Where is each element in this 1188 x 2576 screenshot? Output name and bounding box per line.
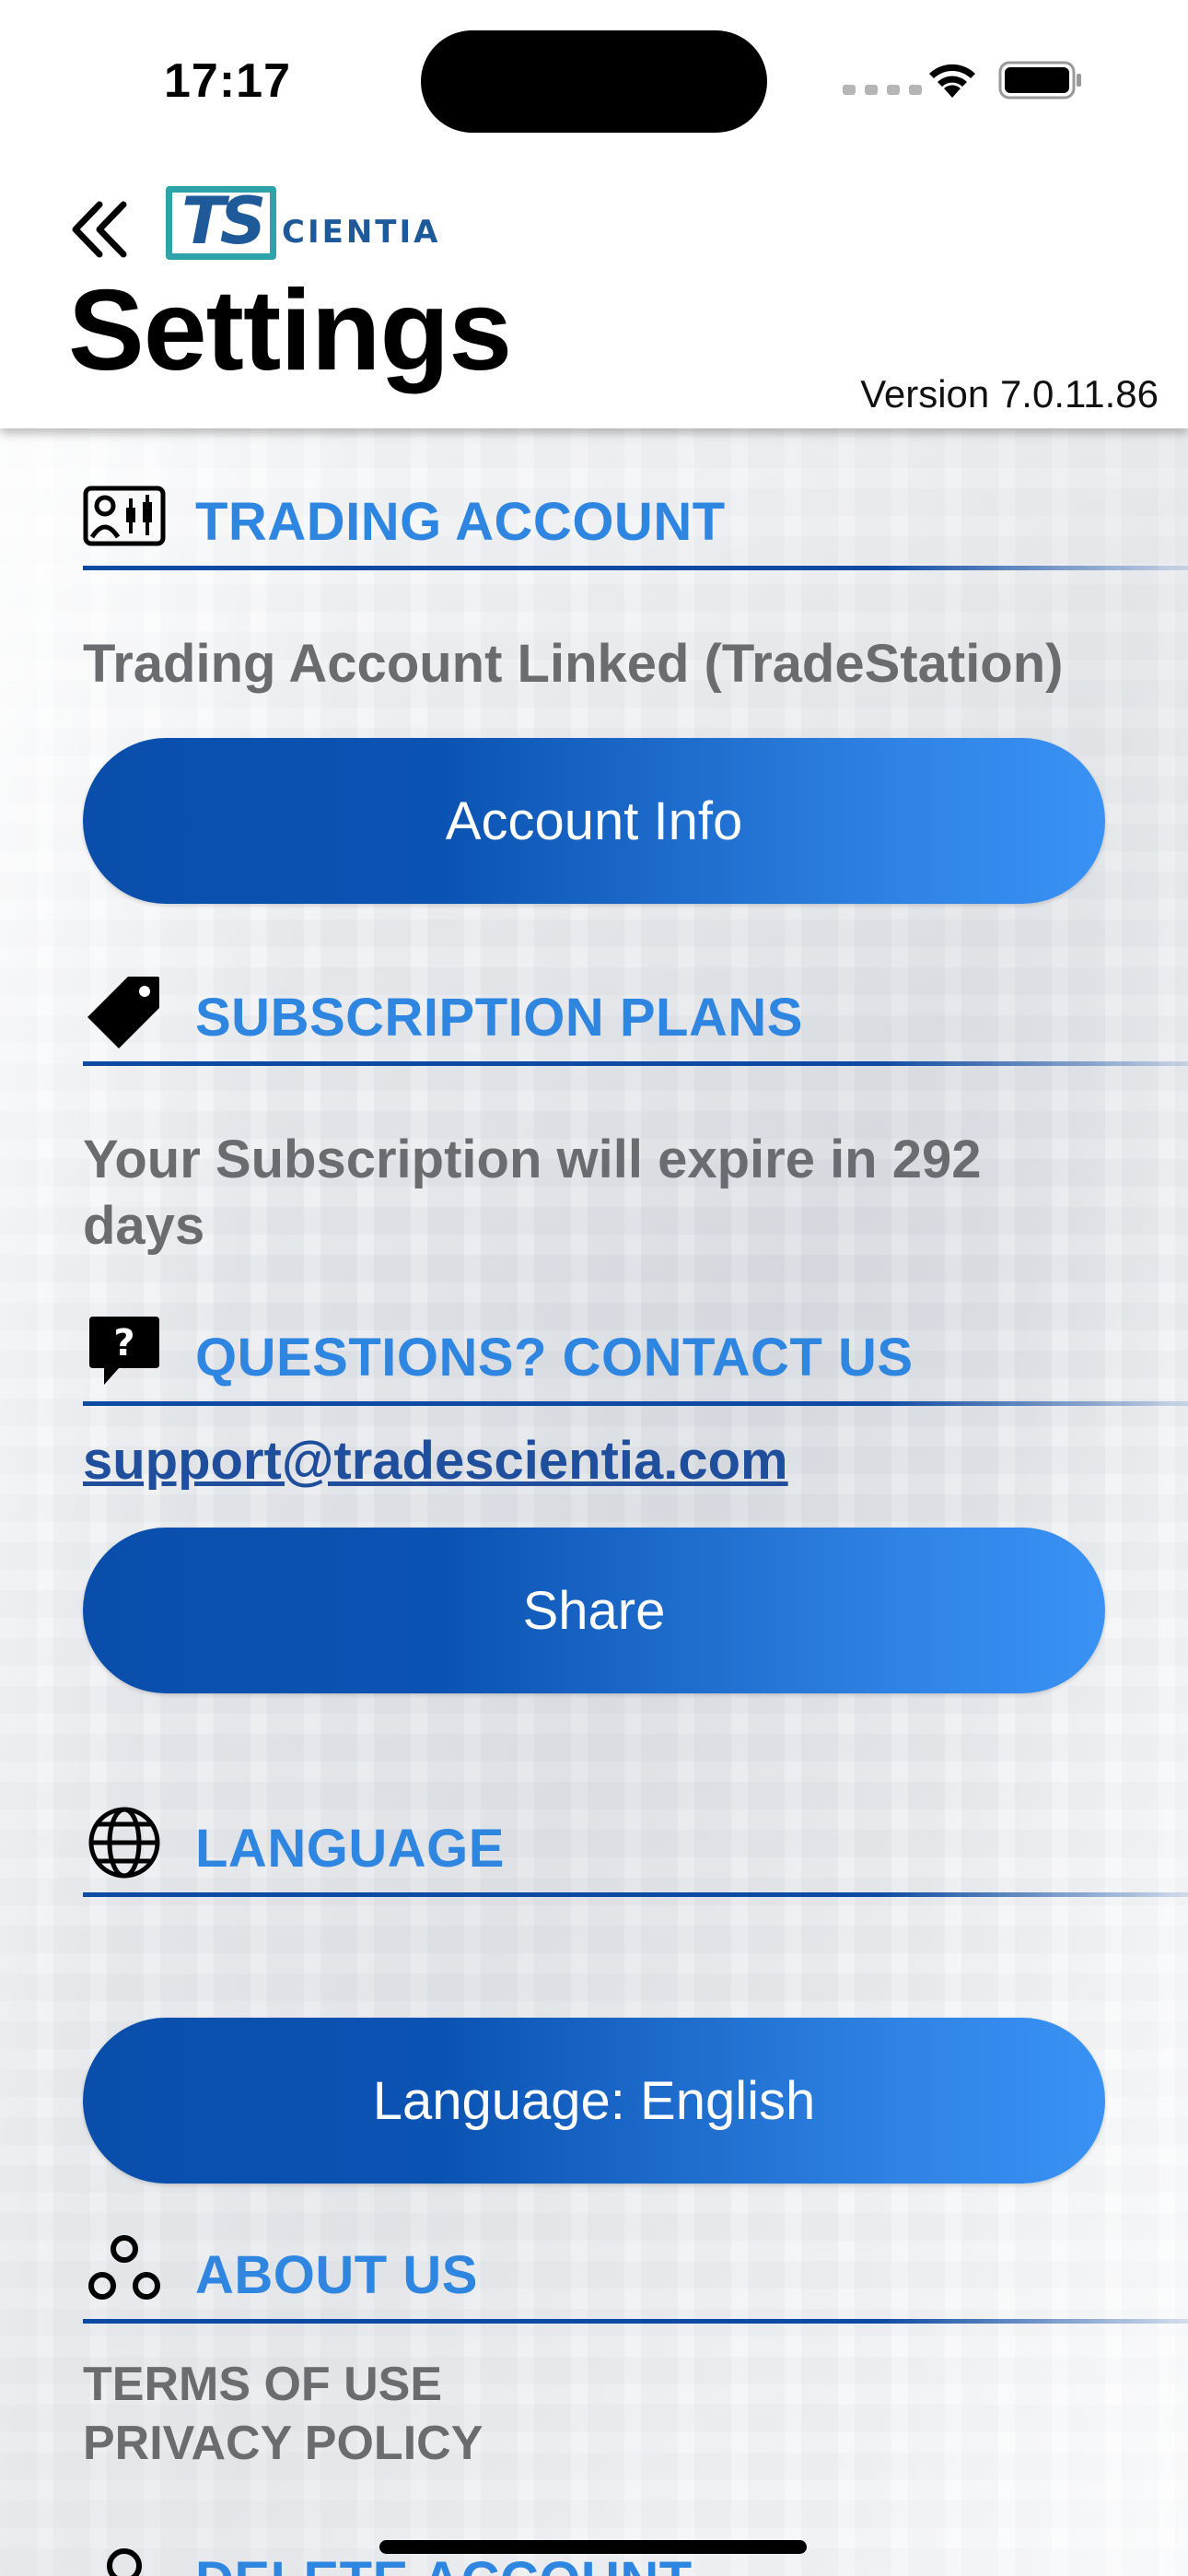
question-bubble-icon: ? (83, 1310, 166, 1393)
account-info-button[interactable]: Account Info (83, 738, 1105, 904)
battery-icon (998, 61, 1081, 100)
section-title: SUBSCRIPTION PLANS (195, 988, 803, 1048)
header: 17:17 TS CIENTIA Settings Version 7.0.11… (0, 0, 1188, 428)
trading-account-icon (83, 474, 166, 557)
user-icon (83, 2534, 166, 2576)
section-divider (83, 566, 1188, 570)
terms-of-use-link[interactable]: TERMS OF USE (83, 2355, 483, 2414)
cellular-signal-icon (843, 85, 922, 95)
page-title: Settings (68, 267, 512, 394)
section-divider (83, 1892, 1188, 1897)
version-label: Version 7.0.11.86 (860, 372, 1159, 416)
section-title: ABOUT US (195, 2245, 478, 2305)
app-logo: TS CIENTIA (166, 183, 440, 260)
section-trading-account: TRADING ACCOUNT Trading Account Linked (… (83, 474, 1188, 904)
subscription-status-text: Your Subscription will expire in 292 day… (83, 1130, 982, 1256)
section-divider (83, 1061, 1188, 1066)
home-indicator (379, 2540, 807, 2554)
section-divider (83, 1401, 1188, 1406)
section-subscription: SUBSCRIPTION PLANS Your Subscription wil… (83, 970, 1188, 1256)
privacy-policy-link[interactable]: PRIVACY POLICY (83, 2414, 483, 2473)
share-button[interactable]: Share (83, 1528, 1105, 1693)
wifi-icon (929, 64, 975, 98)
dynamic-island (421, 30, 767, 133)
language-button[interactable]: Language: English (83, 2018, 1105, 2184)
section-contact: ? QUESTIONS? CONTACT US support@tradesci… (83, 1310, 1188, 1693)
back-icon[interactable] (66, 197, 131, 262)
about-icon (83, 2228, 166, 2311)
section-title[interactable]: DELETE ACCOUNT (195, 2550, 693, 2576)
svg-text:?: ? (113, 1322, 134, 1364)
section-language: LANGUAGE Language: English (83, 1801, 1188, 2184)
tag-icon (83, 970, 166, 1053)
section-title: QUESTIONS? CONTACT US (195, 1328, 914, 1388)
globe-icon (83, 1801, 166, 1884)
support-email-link[interactable]: support@tradescientia.com (83, 1430, 788, 1492)
section-divider (83, 2319, 1188, 2324)
section-about: ABOUT US TERMS OF USE PRIVACY POLICY (83, 2228, 1188, 2470)
section-title: LANGUAGE (195, 1819, 505, 1879)
trading-status-text: Trading Account Linked (TradeStation) (83, 634, 1064, 694)
section-title: TRADING ACCOUNT (195, 492, 726, 552)
status-time: 17:17 (164, 54, 291, 108)
